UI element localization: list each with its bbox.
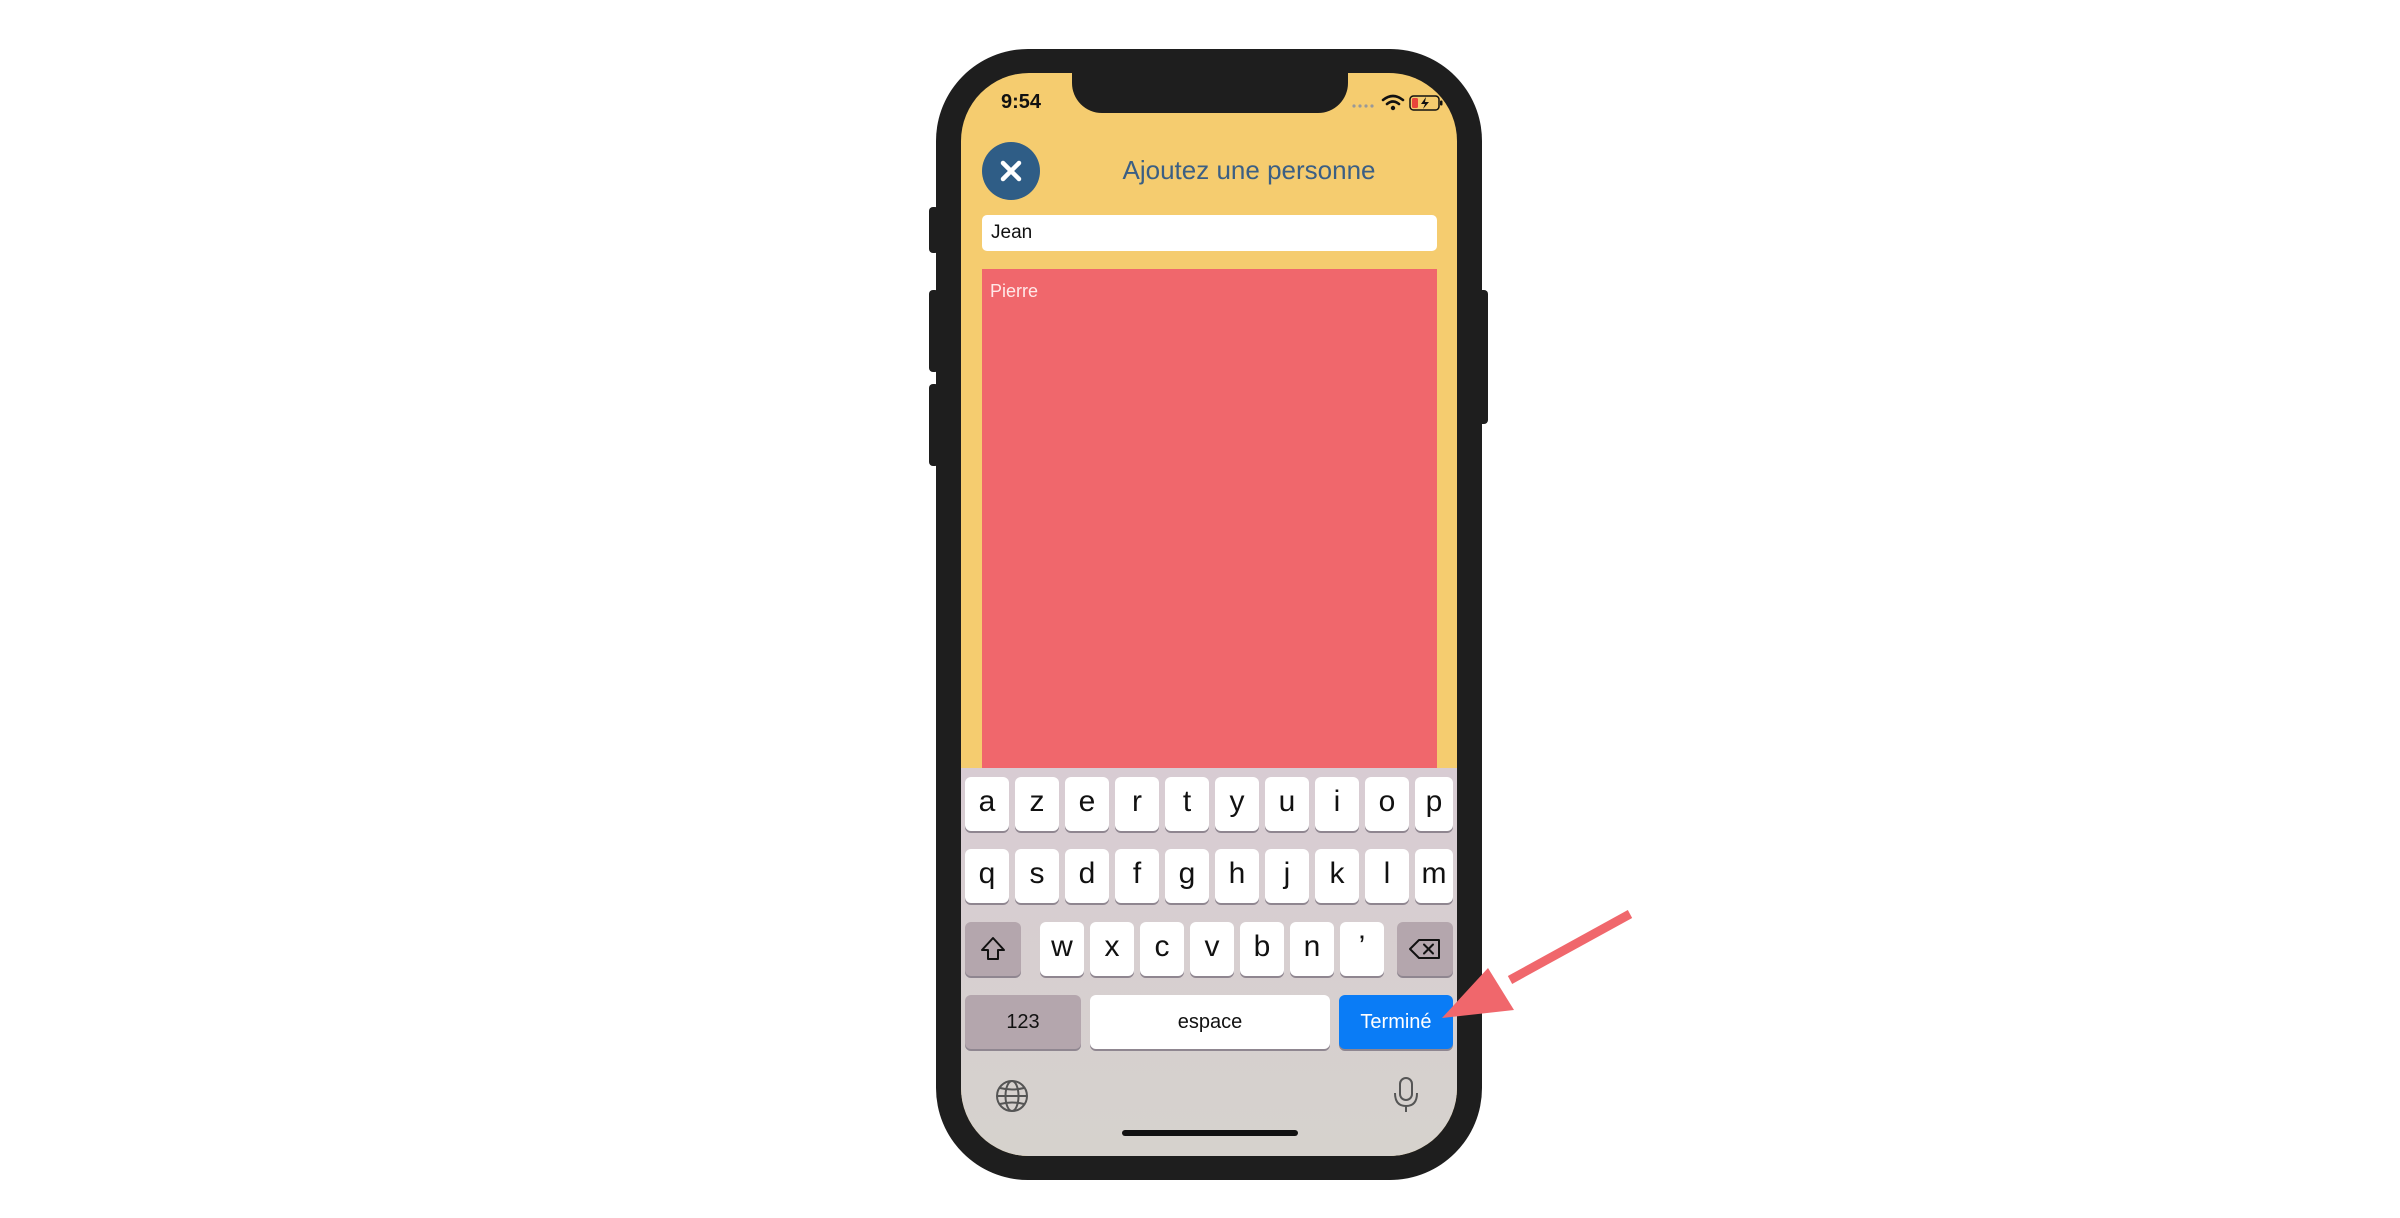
key-p[interactable]: p bbox=[1415, 777, 1453, 831]
phone-frame: 9:54 Ajoutez une personne Jean Pierre a … bbox=[936, 49, 1482, 1180]
notch bbox=[1072, 73, 1348, 113]
key-c[interactable]: c bbox=[1140, 922, 1184, 976]
key-j[interactable]: j bbox=[1265, 849, 1309, 903]
key-r[interactable]: r bbox=[1115, 777, 1159, 831]
status-icons bbox=[1351, 93, 1447, 113]
key-apostrophe[interactable]: ’ bbox=[1340, 922, 1384, 976]
globe-icon[interactable] bbox=[994, 1078, 1030, 1114]
key-y[interactable]: y bbox=[1215, 777, 1259, 831]
key-e[interactable]: e bbox=[1065, 777, 1109, 831]
close-button[interactable] bbox=[982, 142, 1040, 200]
microphone-icon[interactable] bbox=[1392, 1076, 1420, 1114]
key-w[interactable]: w bbox=[1040, 922, 1084, 976]
key-h[interactable]: h bbox=[1215, 849, 1259, 903]
annotation-arrow bbox=[1442, 910, 1633, 1018]
stage: 9:54 Ajoutez une personne Jean Pierre a … bbox=[0, 0, 2400, 1218]
close-icon bbox=[1000, 160, 1022, 182]
space-key[interactable]: espace bbox=[1090, 995, 1330, 1049]
key-u[interactable]: u bbox=[1265, 777, 1309, 831]
key-f[interactable]: f bbox=[1115, 849, 1159, 903]
cellular-icon bbox=[1352, 104, 1374, 108]
key-a[interactable]: a bbox=[965, 777, 1009, 831]
key-t[interactable]: t bbox=[1165, 777, 1209, 831]
numbers-key[interactable]: 123 bbox=[965, 995, 1081, 1049]
key-o[interactable]: o bbox=[1365, 777, 1409, 831]
first-name-input[interactable]: Jean bbox=[982, 215, 1437, 251]
page-title: Ajoutez une personne bbox=[1122, 155, 1376, 185]
status-time: 9:54 bbox=[1001, 91, 1042, 113]
key-s[interactable]: s bbox=[1015, 849, 1059, 903]
key-z[interactable]: z bbox=[1015, 777, 1059, 831]
key-q[interactable]: q bbox=[965, 849, 1009, 903]
key-v[interactable]: v bbox=[1190, 922, 1234, 976]
home-indicator bbox=[1122, 1130, 1298, 1136]
shift-icon bbox=[981, 937, 1005, 960]
shift-key[interactable] bbox=[965, 922, 1021, 976]
key-b[interactable]: b bbox=[1240, 922, 1284, 976]
phone-screen: 9:54 Ajoutez une personne Jean Pierre a … bbox=[961, 73, 1457, 1156]
key-g[interactable]: g bbox=[1165, 849, 1209, 903]
key-k[interactable]: k bbox=[1315, 849, 1359, 903]
key-i[interactable]: i bbox=[1315, 777, 1359, 831]
wifi-icon bbox=[1381, 94, 1405, 111]
battery-charging-icon bbox=[1409, 95, 1443, 111]
key-m[interactable]: m bbox=[1415, 849, 1453, 903]
key-n[interactable]: n bbox=[1290, 922, 1334, 976]
keyboard: a z e r t y u i o p q s d f g h j k l m … bbox=[961, 768, 1457, 1156]
text-area-input[interactable]: Pierre bbox=[982, 269, 1437, 769]
key-x[interactable]: x bbox=[1090, 922, 1134, 976]
key-d[interactable]: d bbox=[1065, 849, 1109, 903]
key-l[interactable]: l bbox=[1365, 849, 1409, 903]
